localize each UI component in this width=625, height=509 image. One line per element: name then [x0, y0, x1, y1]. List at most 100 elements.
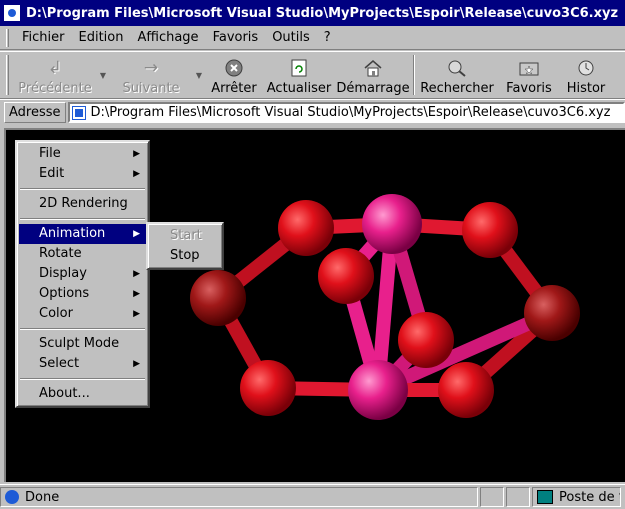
- status-zone-cell: Poste de t: [532, 487, 621, 507]
- address-input[interactable]: D:\Program Files\Microsoft Visual Studio…: [67, 102, 625, 123]
- ctx-rotate-label: Rotate: [39, 246, 82, 261]
- menu-bar: Fichier Edition Affichage Favoris Outils…: [0, 26, 625, 50]
- status-cell-empty: [480, 487, 504, 507]
- ctx-sculpt-mode[interactable]: Sculpt Mode: [19, 334, 146, 354]
- ctx-select-label: Select: [39, 356, 80, 371]
- ctx-edit[interactable]: Edit ▶: [19, 164, 146, 184]
- submenu-stop-label: Stop: [170, 248, 200, 263]
- forward-label: Suivante: [122, 81, 180, 96]
- favorites-label: Favoris: [506, 81, 552, 96]
- menu-separator: [20, 188, 145, 190]
- atom: [240, 360, 296, 416]
- toolbar-separator: [413, 55, 415, 95]
- back-arrow-icon: ↲: [47, 57, 63, 78]
- search-button[interactable]: Rechercher: [417, 53, 497, 97]
- favorites-folder-icon: [518, 57, 540, 79]
- home-icon: [362, 57, 384, 79]
- address-bar: Adresse D:\Program Files\Microsoft Visua…: [0, 99, 625, 125]
- submenu-arrow-icon: ▶: [133, 289, 140, 299]
- menu-outils[interactable]: Outils: [265, 26, 317, 50]
- submenu-arrow-icon: ▶: [133, 149, 140, 159]
- toolbar-grip[interactable]: [6, 55, 9, 95]
- favorites-button[interactable]: Favoris: [497, 53, 561, 97]
- submenu-arrow-icon: ▶: [133, 269, 140, 279]
- menu-separator: [20, 218, 145, 220]
- ctx-2d-rendering-label: 2D Rendering: [39, 196, 128, 211]
- ctx-options[interactable]: Options ▶: [19, 284, 146, 304]
- forward-button[interactable]: → Suivante: [109, 53, 193, 97]
- ctx-about[interactable]: About...: [19, 384, 146, 404]
- ctx-options-label: Options: [39, 286, 90, 301]
- window-title: D:\Program Files\Microsoft Visual Studio…: [26, 5, 619, 21]
- back-button[interactable]: ↲ Précédente: [13, 53, 97, 97]
- submenu-arrow-icon: ▶: [133, 309, 140, 319]
- ctx-animation[interactable]: Animation ▶: [19, 224, 146, 244]
- back-label: Précédente: [18, 81, 92, 96]
- atom: [462, 202, 518, 258]
- history-button[interactable]: Histor: [561, 53, 611, 97]
- title-bar: D:\Program Files\Microsoft Visual Studio…: [0, 0, 625, 26]
- home-button[interactable]: Démarrage: [335, 53, 411, 97]
- atom: [438, 362, 494, 418]
- submenu-start-label: Start: [170, 228, 202, 243]
- stop-button[interactable]: Arrêter: [205, 53, 263, 97]
- refresh-label: Actualiser: [266, 81, 332, 96]
- address-label: Adresse: [4, 102, 66, 123]
- atom: [398, 312, 454, 368]
- search-label: Rechercher: [420, 81, 494, 96]
- menu-help[interactable]: ?: [317, 26, 338, 50]
- computer-icon: [537, 490, 553, 504]
- menu-affichage[interactable]: Affichage: [130, 26, 205, 50]
- history-label: Histor: [566, 81, 606, 96]
- home-label: Démarrage: [336, 81, 410, 96]
- status-zone: Poste de t: [559, 489, 621, 505]
- ctx-color-label: Color: [39, 306, 73, 321]
- menu-fichier[interactable]: Fichier: [15, 26, 72, 50]
- status-cell-empty: [506, 487, 530, 507]
- address-value: D:\Program Files\Microsoft Visual Studio…: [90, 105, 611, 120]
- submenu-stop[interactable]: Stop: [150, 246, 220, 266]
- search-globe-icon: [446, 57, 468, 79]
- status-text: Done: [25, 489, 60, 505]
- submenu-start[interactable]: Start: [150, 226, 220, 246]
- stop-label: Arrêter: [211, 81, 257, 96]
- ctx-about-label: About...: [39, 386, 90, 401]
- submenu-arrow-icon: ▶: [133, 169, 140, 179]
- forward-dropdown-icon[interactable]: ▼: [193, 53, 205, 97]
- menu-edition[interactable]: Edition: [72, 26, 131, 50]
- animation-submenu: Start Stop: [146, 222, 224, 270]
- atom: [190, 270, 246, 326]
- history-icon: [575, 57, 597, 79]
- ctx-sculpt-mode-label: Sculpt Mode: [39, 336, 120, 351]
- status-text-cell: Done: [0, 487, 478, 507]
- ie-app-icon: [4, 5, 20, 21]
- forward-arrow-icon: →: [143, 57, 159, 78]
- ctx-rotate[interactable]: Rotate: [19, 244, 146, 264]
- ctx-animation-label: Animation: [39, 226, 106, 241]
- menubar-grip[interactable]: [6, 28, 9, 47]
- ctx-2d-rendering[interactable]: 2D Rendering: [19, 194, 146, 214]
- menu-favoris[interactable]: Favoris: [206, 26, 266, 50]
- atom: [362, 194, 422, 254]
- atom: [348, 360, 408, 420]
- ctx-file[interactable]: File ▶: [19, 144, 146, 164]
- ctx-display[interactable]: Display ▶: [19, 264, 146, 284]
- context-menu: File ▶ Edit ▶ 2D Rendering Animation ▶ Rota…: [15, 140, 150, 408]
- ctx-select[interactable]: Select ▶: [19, 354, 146, 374]
- submenu-arrow-icon: ▶: [133, 229, 140, 239]
- ctx-display-label: Display: [39, 266, 87, 281]
- atom: [524, 285, 580, 341]
- ctx-color[interactable]: Color ▶: [19, 304, 146, 324]
- status-bar: Done Poste de t: [0, 484, 625, 509]
- ctx-file-label: File: [39, 146, 61, 161]
- ie-page-icon: [5, 490, 19, 504]
- refresh-icon: [288, 57, 310, 79]
- back-dropdown-icon[interactable]: ▼: [97, 53, 109, 97]
- atom: [278, 200, 334, 256]
- submenu-arrow-icon: ▶: [133, 359, 140, 369]
- atom: [318, 248, 374, 304]
- page-icon: [71, 105, 86, 120]
- refresh-button[interactable]: Actualiser: [263, 53, 335, 97]
- menu-separator: [20, 328, 145, 330]
- stop-icon: [223, 57, 245, 79]
